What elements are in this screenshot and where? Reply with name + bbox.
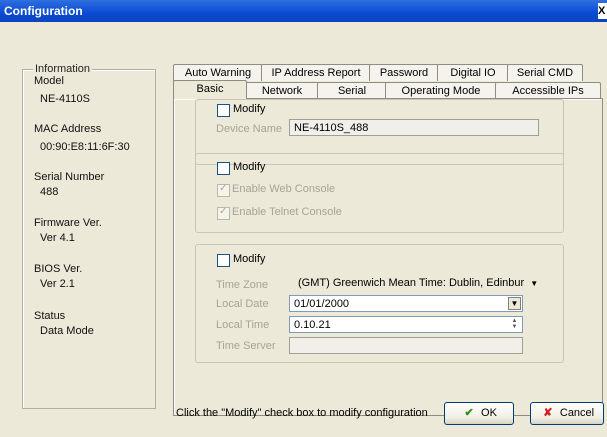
telnet-console-checkbox[interactable] xyxy=(217,206,230,220)
check-icon: ✔ xyxy=(464,407,474,419)
model-value: NE-4110S xyxy=(40,93,90,105)
spinner-icon[interactable]: ▲ ▼ xyxy=(508,318,521,331)
chevron-down-icon[interactable]: ▼ xyxy=(508,297,521,310)
time-server-field[interactable] xyxy=(289,337,523,354)
status-label: Status xyxy=(34,310,66,322)
device-name-field[interactable]: NE-4110S_488 xyxy=(289,119,539,136)
cancel-button[interactable]: ✘ Cancel xyxy=(530,402,604,425)
status-hint: Click the "Modify" check box to modify c… xyxy=(176,407,428,419)
web-console-label: Enable Web Console xyxy=(232,183,336,195)
local-time-picker[interactable]: 0.10.21 ▲ ▼ xyxy=(289,316,523,333)
model-label: Model xyxy=(34,75,64,87)
console-modify-checkbox[interactable] xyxy=(217,162,230,175)
ok-button[interactable]: ✔ OK xyxy=(444,402,514,425)
tab-serial-cmd[interactable]: Serial CMD xyxy=(507,64,583,81)
telnet-console-label: Enable Telnet Console xyxy=(232,206,342,218)
window-title: Configuration xyxy=(4,4,83,18)
local-time-value: 0.10.21 xyxy=(294,319,331,331)
title-bar: Configuration X xyxy=(0,0,607,22)
dialog-body: Information Model NE-4110S MAC Address 0… xyxy=(0,22,607,437)
tab-operating-mode[interactable]: Operating Mode xyxy=(385,82,497,99)
tab-serial[interactable]: Serial xyxy=(317,82,387,99)
local-date-value: 01/01/2000 xyxy=(294,298,350,310)
information-group: Information Model NE-4110S MAC Address 0… xyxy=(22,63,156,409)
tab-auto-warning[interactable]: Auto Warning xyxy=(173,64,263,81)
firmware-label: Firmware Ver. xyxy=(34,217,102,229)
time-zone-value: (GMT) Greenwich Mean Time: Dublin, Edinb… xyxy=(298,277,525,289)
status-value: Data Mode xyxy=(40,325,94,337)
console-modify-label: Modify xyxy=(233,161,266,173)
time-zone-label: Time Zone xyxy=(216,279,269,291)
bios-value: Ver 2.1 xyxy=(40,278,75,290)
mac-address-value: 00:90:E8:11:6F:30 xyxy=(40,141,130,153)
close-icon[interactable]: X xyxy=(598,3,607,19)
cancel-label: Cancel xyxy=(559,407,595,419)
device-name-label: Device Name xyxy=(216,123,283,135)
local-date-label: Local Date xyxy=(216,298,269,310)
tab-network[interactable]: Network xyxy=(245,82,319,99)
serial-number-label: Serial Number xyxy=(34,171,105,183)
tab-accessible-ips[interactable]: Accessible IPs xyxy=(495,82,601,99)
tab-password[interactable]: Password xyxy=(369,64,439,81)
chevron-down-icon: ▼ xyxy=(530,279,539,288)
time-server-label: Time Server xyxy=(216,340,276,352)
tab-digital-io[interactable]: Digital IO xyxy=(437,64,509,81)
local-date-picker[interactable]: 01/01/2000 ▼ xyxy=(289,295,523,312)
time-modify-checkbox[interactable] xyxy=(217,254,230,267)
time-zone-select[interactable]: (GMT) Greenwich Mean Time: Dublin, Edinb… xyxy=(298,277,538,289)
mac-address-label: MAC Address xyxy=(34,123,102,135)
ok-label: OK xyxy=(481,407,497,419)
serial-number-value: 488 xyxy=(40,186,59,198)
device-modify-checkbox[interactable] xyxy=(217,104,230,117)
web-console-checkbox[interactable] xyxy=(217,183,230,197)
device-modify-label: Modify xyxy=(233,103,266,115)
tab-ip-address-report[interactable]: IP Address Report xyxy=(261,64,371,81)
bios-label: BIOS Ver. xyxy=(34,263,83,275)
x-icon: ✘ xyxy=(543,407,553,419)
time-modify-label: Modify xyxy=(233,253,266,265)
tab-basic[interactable]: Basic xyxy=(173,80,247,99)
firmware-value: Ver 4.1 xyxy=(40,232,75,244)
local-time-label: Local Time xyxy=(216,319,270,331)
information-legend: Information xyxy=(33,63,93,75)
